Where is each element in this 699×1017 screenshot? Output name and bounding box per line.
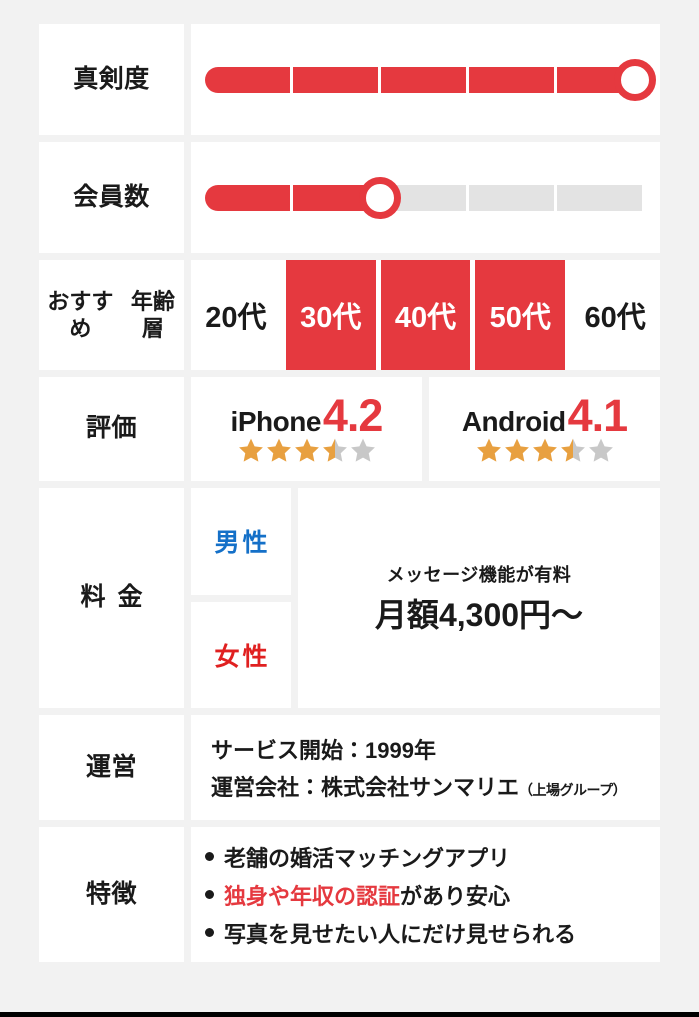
row-label-features: 特徴 — [39, 827, 184, 962]
feature-list-item: 写真を見せたい人にだけ見せられる — [205, 917, 576, 949]
row-content-seriousness — [191, 24, 660, 135]
slider-segment[interactable] — [469, 184, 554, 211]
star-full-icon — [238, 438, 263, 462]
age-range-cell: 50代 — [475, 260, 566, 370]
row-label-members: 会員数 — [39, 142, 184, 253]
table-row-rating: 評価 iPhone 4.2 Android 4.1 — [39, 377, 660, 481]
row-content-rating: iPhone 4.2 Android 4.1 — [191, 377, 660, 481]
star-full-icon — [294, 438, 319, 462]
feature-text: 老舗の婚活マッチングアプリ — [224, 845, 511, 871]
star-full-icon — [532, 438, 557, 462]
bullet-icon — [205, 928, 214, 937]
table-row-seriousness: 真剣度 — [39, 24, 660, 135]
members-slider[interactable] — [205, 176, 642, 219]
star-half-icon — [322, 438, 347, 462]
star-full-icon — [504, 438, 529, 462]
star-full-icon — [266, 438, 291, 462]
company-name: 運営会社：株式会社サンマリエ — [211, 775, 520, 800]
table-row-age: おすすめ 年齢層 20代 30代 40代 50代 60代 — [39, 260, 660, 370]
slider-segment[interactable] — [205, 184, 290, 211]
age-range-cell: 30代 — [285, 260, 376, 370]
rating-group-android: Android 4.1 — [429, 377, 660, 481]
service-start-line: サービス開始：1999年 — [211, 738, 436, 763]
slider-segment[interactable] — [557, 184, 642, 211]
row-label-rating: 評価 — [39, 377, 184, 481]
company-note: （上場グループ） — [519, 782, 627, 798]
star-rating — [476, 437, 614, 463]
feature-text: があり安心 — [400, 883, 511, 909]
table-row-operator: 運営 サービス開始：1999年 運営会社：株式会社サンマリエ（上場グループ） — [39, 715, 660, 820]
table-row-price: 料金 男性 女性 メッセージ機能が有料 月額4,300円〜 — [39, 488, 660, 708]
rating-platform-name: Android — [461, 406, 566, 437]
price-amount: 月額4,300円〜 — [374, 596, 584, 633]
table-row-members: 会員数 — [39, 142, 660, 253]
rating-score-value: 4.2 — [322, 390, 384, 441]
price-detail-cell: メッセージ機能が有料 月額4,300円〜 — [298, 488, 660, 708]
rating-score-value: 4.1 — [567, 390, 629, 441]
slider-segment[interactable] — [381, 66, 466, 93]
age-range-cell: 20代 — [191, 260, 281, 370]
age-range-group: 20代 30代 40代 50代 60代 — [191, 260, 660, 370]
table-row-features: 特徴 老舗の婚活マッチングアプリ 独身や年収の認証 があり安心 写真を見せたい人にだけ… — [39, 827, 660, 962]
feature-highlight-text: 独身や年収の認証 — [224, 883, 401, 909]
rating-group-iphone: iPhone 4.2 — [191, 377, 422, 481]
rating-header: Android 4.1 — [461, 390, 629, 441]
app-comparison-table: 真剣度 会員数 おすすめ 年齢層 20代 30代 40代 50代 60代 評価 … — [39, 24, 660, 962]
row-label-age: おすすめ 年齢層 — [39, 260, 184, 370]
seriousness-slider[interactable] — [205, 58, 656, 101]
comparison-table-page: 真剣度 会員数 おすすめ 年齢層 20代 30代 40代 50代 60代 評価 … — [0, 0, 699, 1017]
row-label-age-line2: 年齢層 — [130, 288, 175, 342]
row-label-age-line1: おすすめ — [47, 288, 114, 342]
bullet-icon — [205, 890, 214, 899]
slider-segment[interactable] — [469, 66, 554, 93]
slider-knob[interactable] — [614, 58, 656, 101]
star-empty-icon — [350, 438, 375, 462]
feature-list-item: 独身や年収の認証 があり安心 — [205, 879, 510, 911]
price-note: メッセージ機能が有料 — [386, 564, 572, 585]
row-label-operator: 運営 — [39, 715, 184, 820]
seriousness-slider-wrap — [191, 58, 660, 101]
slider-segment[interactable] — [293, 66, 378, 93]
gender-column: 男性 女性 — [191, 488, 291, 708]
row-content-age: 20代 30代 40代 50代 60代 — [191, 260, 660, 370]
slider-knob[interactable] — [358, 176, 401, 219]
company-line: 運営会社：株式会社サンマリエ（上場グループ） — [211, 770, 627, 802]
feature-list-item: 老舗の婚活マッチングアプリ — [205, 841, 510, 873]
row-content-members — [191, 142, 660, 253]
row-label-seriousness: 真剣度 — [39, 24, 184, 135]
age-range-cell: 40代 — [380, 260, 471, 370]
star-rating — [238, 437, 376, 463]
row-content-features: 老舗の婚活マッチングアプリ 独身や年収の認証 があり安心 写真を見せたい人にだけ見せら… — [191, 827, 660, 962]
star-half-icon — [560, 438, 585, 462]
row-content-operator: サービス開始：1999年 運営会社：株式会社サンマリエ（上場グループ） — [191, 715, 660, 820]
star-empty-icon — [588, 438, 613, 462]
rating-header: iPhone 4.2 — [230, 390, 384, 441]
bullet-icon — [205, 852, 214, 861]
star-full-icon — [476, 438, 501, 462]
age-range-cell: 60代 — [570, 260, 660, 370]
row-label-price: 料金 — [39, 488, 184, 708]
rating-platform-name: iPhone — [230, 406, 322, 437]
gender-label-male: 男性 — [191, 488, 291, 595]
gender-label-female: 女性 — [191, 601, 291, 708]
feature-text: 写真を見せたい人にだけ見せられる — [224, 921, 577, 947]
bottom-black-bar — [0, 1012, 699, 1017]
members-slider-wrap — [191, 176, 660, 219]
slider-segment[interactable] — [205, 66, 290, 93]
